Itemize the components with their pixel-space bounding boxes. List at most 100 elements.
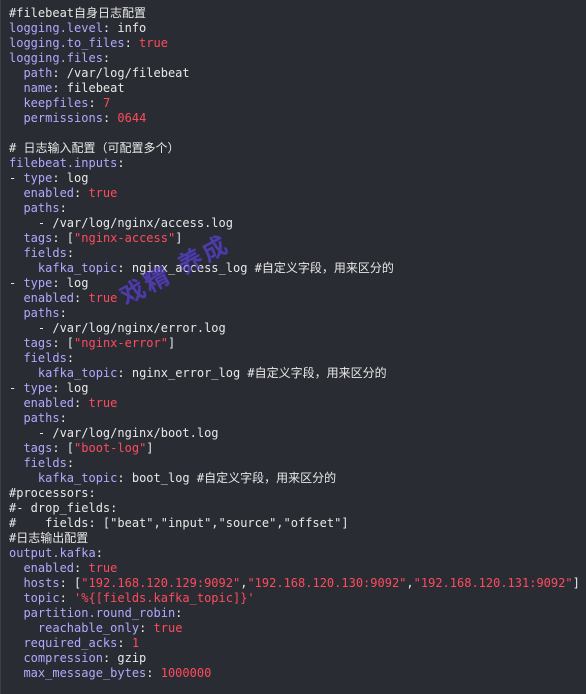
code-token: : log xyxy=(52,381,89,395)
code-line: - type: log xyxy=(9,276,580,291)
code-token: 7 xyxy=(102,96,111,110)
code-token: : xyxy=(95,546,103,560)
code-line: paths: xyxy=(9,306,580,321)
code-token: : xyxy=(124,36,140,50)
code-token: : xyxy=(74,186,89,200)
code-editor-pane[interactable]: #filebeat自身日志配置 logging.level: info loggin… xyxy=(0,0,586,694)
code-token: 0644 xyxy=(117,111,147,125)
code-token: enabled xyxy=(23,396,75,410)
code-token: - xyxy=(9,171,24,185)
code-token: - /var/log/nginx/error.log xyxy=(9,321,226,335)
code-token: paths xyxy=(23,201,60,215)
code-token: : info xyxy=(102,21,147,35)
code-token: : xyxy=(66,351,75,365)
code-token: : nginx_error_log #自定义字段，用来区分的 xyxy=(117,366,387,380)
code-token: : xyxy=(74,396,89,410)
code-token: true xyxy=(139,36,168,50)
code-token: true xyxy=(88,186,118,200)
code-line: reachable_only: true xyxy=(9,621,580,636)
code-token: filebeat.inputs xyxy=(9,156,118,170)
code-line: output.kafka: xyxy=(9,546,580,561)
code-token: : xyxy=(74,561,89,575)
code-token: paths xyxy=(23,306,60,320)
code-token: "192.168.120.131:9092" xyxy=(413,576,573,590)
code-token: : log xyxy=(52,171,89,185)
code-line: logging.to_files: true xyxy=(9,36,580,51)
code-line: enabled: true xyxy=(9,396,580,411)
code-token: : xyxy=(117,156,125,170)
code-line: #- drop_fields: xyxy=(9,501,580,516)
code-token: true xyxy=(88,291,118,305)
code-token: 1 xyxy=(131,636,140,650)
code-token: required_acks xyxy=(23,636,118,650)
code-token: : xyxy=(66,456,75,470)
code-token: : xyxy=(117,636,132,650)
code-line: - /var/log/nginx/error.log xyxy=(9,321,580,336)
code-token: : xyxy=(146,666,161,680)
code-line: - /var/log/nginx/access.log xyxy=(9,216,580,231)
code-line: logging.files: xyxy=(9,51,580,66)
code-token: '%{[fields.kafka_topic]}' xyxy=(74,591,255,605)
code-token: : xyxy=(175,606,183,620)
code-token: # fields: ["beat","input","source","offs… xyxy=(9,516,349,530)
code-token: : xyxy=(139,621,154,635)
code-token: : [ xyxy=(59,576,82,590)
code-token: true xyxy=(88,561,118,575)
code-token: true xyxy=(153,621,183,635)
code-token: logging.files xyxy=(9,51,103,65)
code-token: : [ xyxy=(52,231,75,245)
code-token: paths xyxy=(23,411,60,425)
code-token: # 日志输入配置（可配置多个） xyxy=(9,141,180,155)
code-token: fields xyxy=(23,351,67,365)
code-token: - xyxy=(9,381,24,395)
code-token: max_message_bytes xyxy=(23,666,147,680)
code-line: # 日志输入配置（可配置多个） xyxy=(9,141,580,156)
code-token: tags xyxy=(23,231,53,245)
code-token: #filebeat自身日志配置 xyxy=(9,6,147,20)
code-block[interactable]: #filebeat自身日志配置 logging.level: info loggin… xyxy=(9,6,580,681)
code-token: #- drop_fields: xyxy=(9,501,118,515)
code-token: tags xyxy=(23,336,53,350)
code-line: kafka_topic: nginx_access_log #自定义字段，用来区… xyxy=(9,261,580,276)
code-token: "192.168.120.129:9092" xyxy=(81,576,241,590)
code-line: required_acks: 1 xyxy=(9,636,580,651)
code-line: #processors: xyxy=(9,486,580,501)
code-token: fields xyxy=(23,456,67,470)
code-line: #filebeat自身日志配置 xyxy=(9,6,580,21)
code-token: partition.round_robin xyxy=(23,606,176,620)
code-token: reachable_only xyxy=(37,621,140,635)
code-token: : boot_log #自定义字段，用来区分的 xyxy=(117,471,337,485)
code-token: #processors: xyxy=(9,486,96,500)
code-token: : xyxy=(59,591,75,605)
code-token: - /var/log/nginx/boot.log xyxy=(9,426,219,440)
code-token: enabled xyxy=(23,291,75,305)
code-line: name: filebeat xyxy=(9,81,580,96)
code-line: - /var/log/nginx/boot.log xyxy=(9,426,580,441)
code-token: logging.level xyxy=(9,21,103,35)
code-token: : xyxy=(66,246,75,260)
code-token: type xyxy=(23,171,53,185)
code-line: #日志输出配置 xyxy=(9,531,580,546)
code-token: #日志输出配置 xyxy=(9,531,89,545)
code-token: enabled xyxy=(23,186,75,200)
code-token: ] xyxy=(167,336,176,350)
code-token: - xyxy=(9,276,24,290)
code-line: # fields: ["beat","input","source","offs… xyxy=(9,516,580,531)
code-token: logging.to_files xyxy=(9,36,125,50)
